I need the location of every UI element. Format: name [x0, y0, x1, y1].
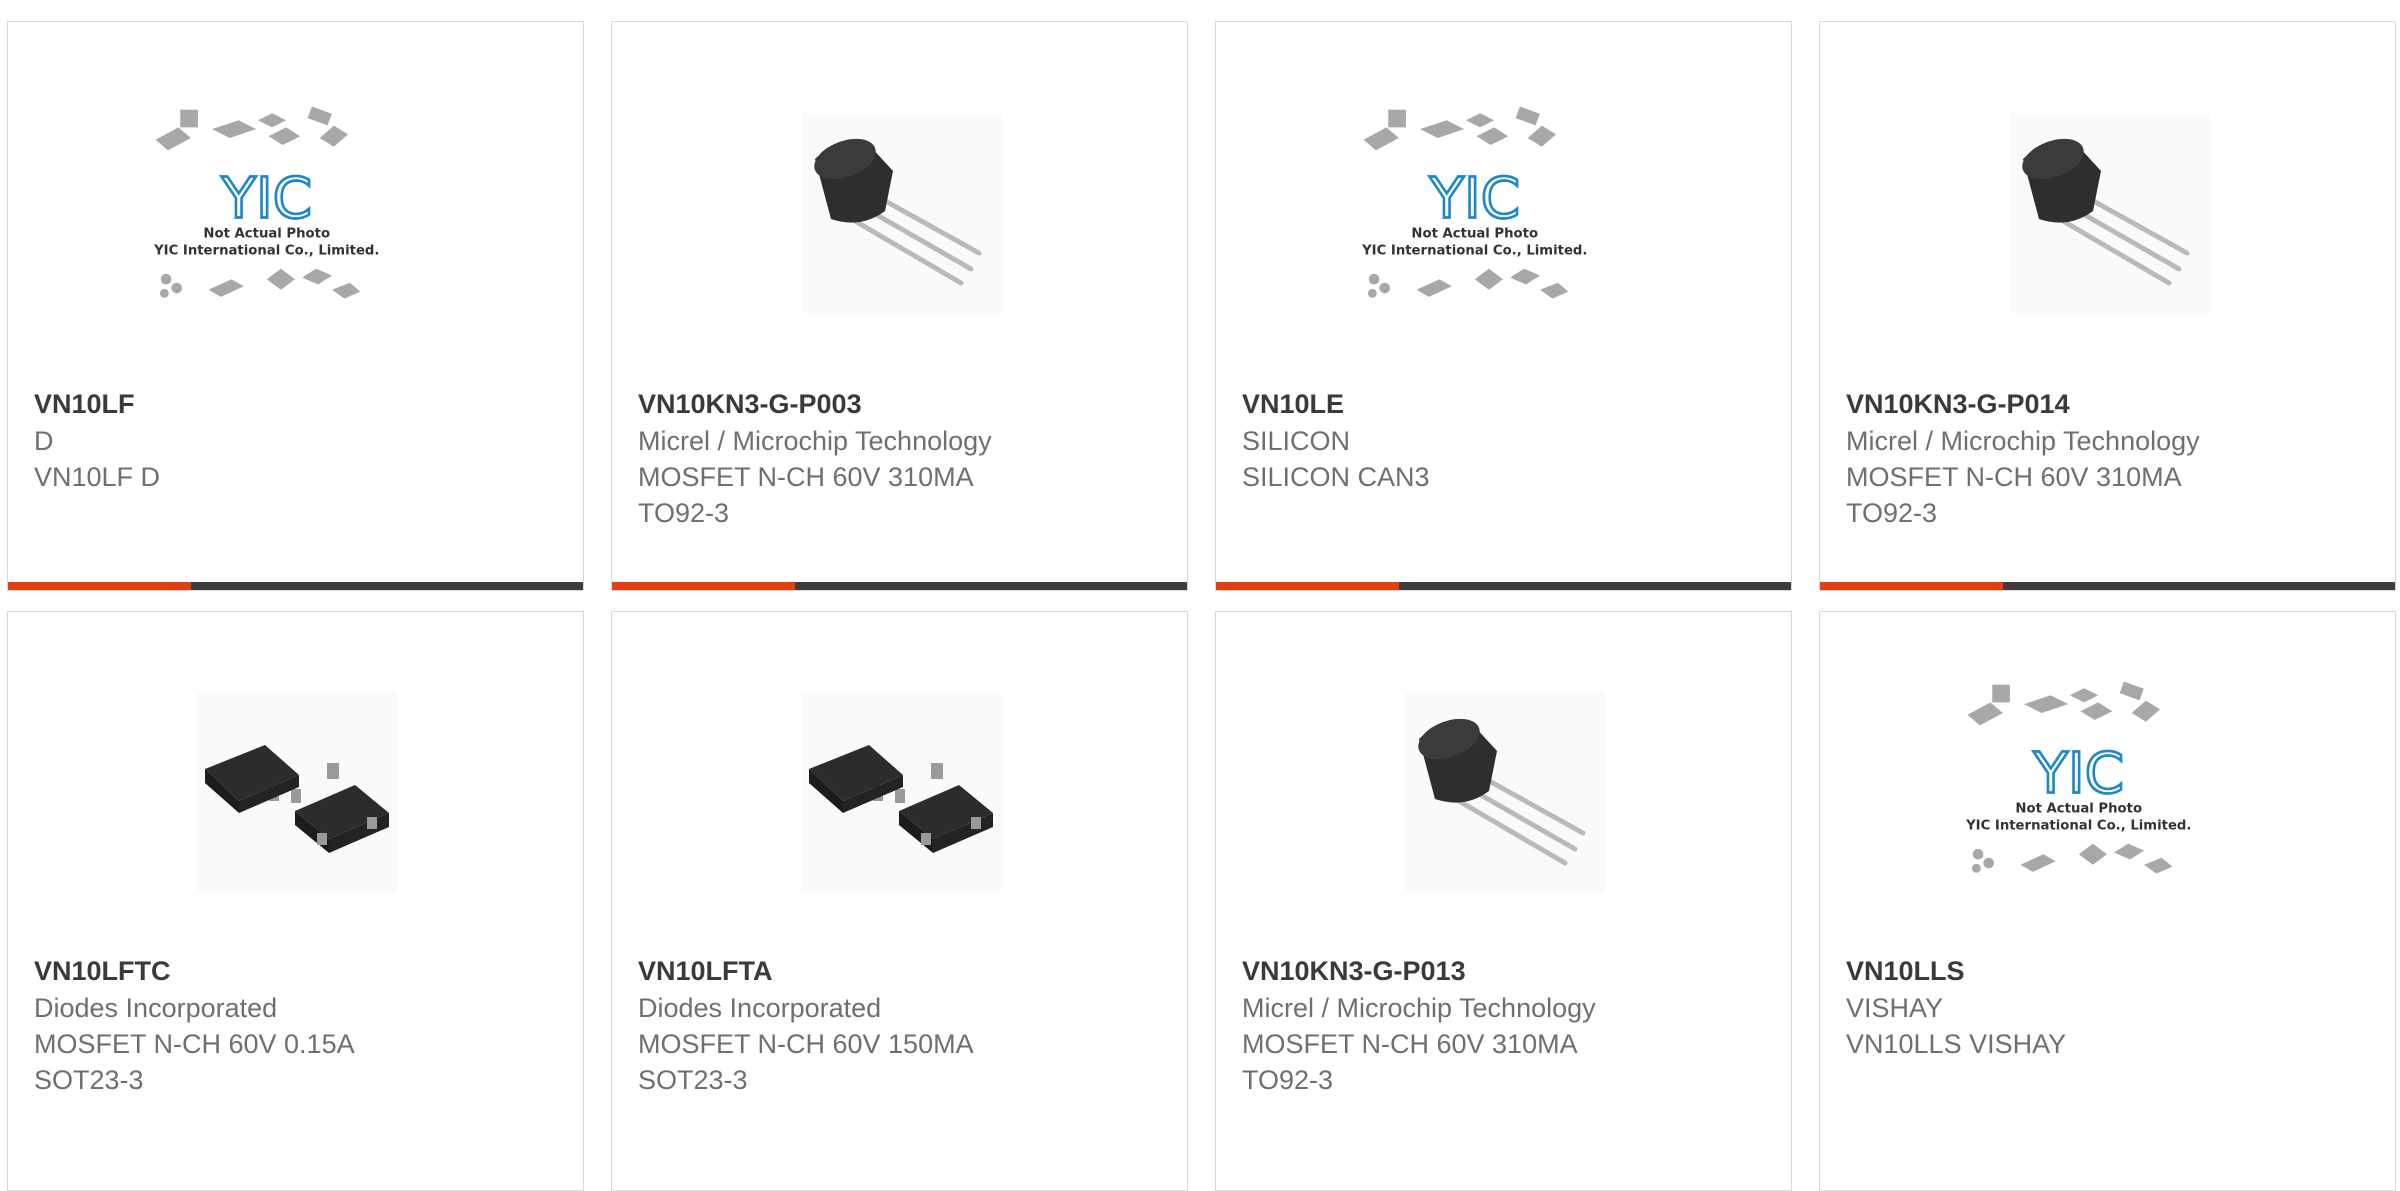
package: SOT23-3 [34, 1065, 144, 1095]
product-image[interactable]: YIC Not Actual Photo YIC International C… [153, 102, 408, 324]
manufacturer: Micrel / Microchip Technology [1846, 426, 2200, 456]
svg-text:Not Actual Photo: Not Actual Photo [1411, 227, 1538, 242]
part-number[interactable]: VN10LFTC [34, 952, 563, 990]
product-card[interactable]: YIC Not Actual Photo YIC International C… [1819, 611, 2396, 1191]
svg-text:YIC: YIC [2032, 741, 2124, 806]
part-number[interactable]: VN10KN3-G-P014 [1846, 385, 2375, 423]
svg-text:Not Actual Photo: Not Actual Photo [2015, 802, 2142, 817]
svg-text:Not Actual Photo: Not Actual Photo [203, 227, 330, 242]
card-accent-bar [8, 582, 191, 590]
description: VN10LLS VISHAY [1846, 1029, 2067, 1059]
svg-text:YIC: YIC [220, 166, 312, 231]
svg-text:YIC International Co., Limited: YIC International Co., Limited. [153, 243, 379, 258]
to92-transistor-icon [2009, 113, 2209, 313]
package: TO92-3 [1242, 1065, 1334, 1095]
product-image[interactable]: YIC Not Actual Photo YIC International C… [1361, 102, 1616, 324]
manufacturer: Diodes Incorporated [638, 993, 882, 1023]
card-accent-bar [1216, 582, 1399, 590]
package: SOT23-3 [638, 1065, 748, 1095]
card-accent-bar [612, 582, 795, 590]
sot23-package-icon [197, 693, 397, 893]
description: MOSFET N-CH 60V 310MA [638, 462, 974, 492]
product-card[interactable]: YIC Not Actual Photo YIC International C… [7, 21, 584, 591]
description: MOSFET N-CH 60V 310MA [1846, 462, 2182, 492]
placeholder-logo-icon: YIC Not Actual Photo YIC International C… [1361, 106, 1587, 299]
card-accent-bar [1820, 582, 2003, 590]
product-card[interactable]: VN10KN3-G-P014 Micrel / Microchip Techno… [1819, 21, 2396, 591]
description: SILICON CAN3 [1242, 462, 1430, 492]
svg-text:YIC International Co., Limited: YIC International Co., Limited. [1965, 818, 2191, 833]
product-card[interactable]: VN10LFTC Diodes Incorporated MOSFET N-CH… [7, 611, 584, 1191]
product-image[interactable]: YIC Not Actual Photo YIC International C… [1965, 677, 2220, 899]
to92-transistor-icon [801, 113, 1001, 313]
description: VN10LF D [34, 462, 161, 492]
svg-text:YIC International Co., Limited: YIC International Co., Limited. [1361, 243, 1587, 258]
product-card[interactable]: VN10LFTA Diodes Incorporated MOSFET N-CH… [611, 611, 1188, 1191]
product-image[interactable] [790, 682, 1012, 904]
part-number[interactable]: VN10KN3-G-P003 [638, 385, 1167, 423]
placeholder-logo-icon: YIC Not Actual Photo YIC International C… [1965, 681, 2191, 874]
product-image[interactable] [186, 682, 408, 904]
product-image[interactable] [1394, 682, 1616, 904]
manufacturer: Micrel / Microchip Technology [638, 426, 992, 456]
manufacturer: D [34, 426, 54, 456]
svg-text:YIC: YIC [1428, 166, 1520, 231]
part-number[interactable]: VN10KN3-G-P013 [1242, 952, 1771, 990]
product-card[interactable]: VN10KN3-G-P003 Micrel / Microchip Techno… [611, 21, 1188, 591]
product-image[interactable] [1998, 102, 2220, 324]
card-bottom-bar [612, 582, 1187, 590]
card-bottom-bar [1216, 582, 1791, 590]
placeholder-logo-icon: YIC Not Actual Photo YIC International C… [153, 106, 379, 299]
manufacturer: Diodes Incorporated [34, 993, 278, 1023]
manufacturer: Micrel / Microchip Technology [1242, 993, 1596, 1023]
package: TO92-3 [1846, 498, 1938, 528]
part-number[interactable]: VN10LF [34, 385, 563, 423]
part-number[interactable]: VN10LLS [1846, 952, 2375, 990]
description: MOSFET N-CH 60V 150MA [638, 1029, 974, 1059]
description: MOSFET N-CH 60V 310MA [1242, 1029, 1578, 1059]
package: TO92-3 [638, 498, 730, 528]
part-number[interactable]: VN10LE [1242, 385, 1771, 423]
part-number[interactable]: VN10LFTA [638, 952, 1167, 990]
manufacturer: VISHAY [1846, 993, 1944, 1023]
product-image[interactable] [790, 102, 1012, 324]
description: MOSFET N-CH 60V 0.15A [34, 1029, 355, 1059]
to92-transistor-icon [1405, 693, 1605, 893]
manufacturer: SILICON [1242, 426, 1351, 456]
card-bottom-bar [8, 582, 583, 590]
product-card[interactable]: VN10KN3-G-P013 Micrel / Microchip Techno… [1215, 611, 1792, 1191]
product-card[interactable]: YIC Not Actual Photo YIC International C… [1215, 21, 1792, 591]
card-bottom-bar [1820, 582, 2395, 590]
sot23-package-icon [801, 693, 1001, 893]
